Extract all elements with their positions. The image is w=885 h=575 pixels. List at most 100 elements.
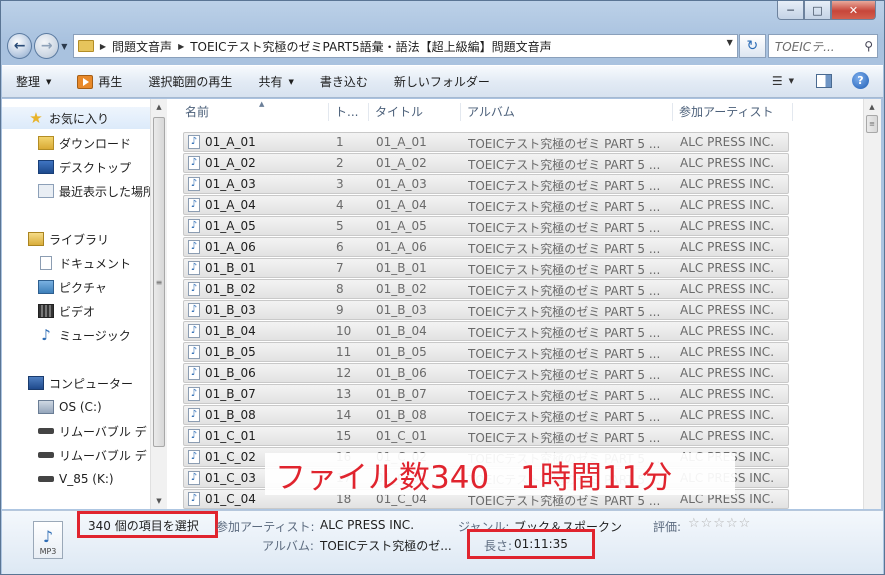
nav-item-music[interactable]: ♪ ミュージック [2, 324, 152, 346]
rating-stars-icon[interactable]: ☆☆☆☆☆ [688, 516, 751, 531]
cell-title: 01_A_06 [376, 240, 427, 254]
album-value[interactable]: TOEICテスト究極のゼ... [320, 537, 452, 554]
nav-item-computer[interactable]: コンピューター [2, 372, 152, 394]
help-icon[interactable]: ? [852, 72, 869, 89]
table-row[interactable]: ♪ 01_C_01 15 01_C_01 TOEICテスト究極のゼミ PART 5 ..… [183, 426, 789, 446]
burn-button[interactable]: 書き込む [320, 73, 368, 90]
nav-item-documents[interactable]: ドキュメント [2, 252, 152, 274]
cell-album: TOEICテスト究極のゼミ PART 5 ... [468, 284, 661, 298]
audio-file-icon: ♪ [188, 135, 200, 149]
nav-label: ドキュメント [59, 256, 132, 271]
command-bar: 整理 ▼ 再生 選択範囲の再生 共有 ▼ 書き込む 新しいフォルダー ☰ ▼ ? [2, 65, 883, 98]
search-icon[interactable]: ⚲ [864, 39, 873, 53]
breadcrumb-separator-icon[interactable]: ▶ [100, 42, 106, 51]
cell-title: 01_B_02 [376, 282, 427, 296]
nav-item-downloads[interactable]: ダウンロード [2, 132, 152, 154]
cell-title: 01_A_05 [376, 219, 427, 233]
forward-button[interactable]: → [34, 33, 60, 59]
table-row[interactable]: ♪ 01_B_04 10 01_B_04 TOEICテスト究極のゼミ PART 5 ..… [183, 321, 789, 341]
preview-pane-icon[interactable] [816, 73, 832, 88]
list-scrollbar[interactable]: ▲ ≡ [863, 99, 881, 509]
breadcrumb-item[interactable]: TOEICテスト究極のゼミPART5語彙・語法【超上級編】問題文音声 [190, 38, 551, 55]
table-row[interactable]: ♪ 01_B_08 14 01_B_08 TOEICテスト究極のゼミ PART 5 ..… [183, 405, 789, 425]
organize-menu[interactable]: 整理 ▼ [16, 73, 51, 90]
minimize-button[interactable]: ─ [777, 1, 804, 20]
scroll-up-icon[interactable]: ▲ [151, 99, 167, 115]
address-bar[interactable]: ▶ 問題文音声 ▶ TOEICテスト究極のゼミPART5語彙・語法【超上級編】問… [72, 34, 738, 58]
table-row[interactable]: ♪ 01_B_05 11 01_B_05 TOEICテスト究極のゼミ PART 5 ..… [183, 342, 789, 362]
search-input[interactable]: TOEICテ... ⚲ [767, 34, 878, 58]
sort-ascending-icon: ▲ [259, 100, 265, 108]
table-row[interactable]: ♪ 01_B_07 13 01_B_07 TOEICテスト究極のゼミ PART 5 ..… [183, 384, 789, 404]
cell-album: TOEICテスト究極のゼミ PART 5 ... [468, 179, 661, 193]
column-header-artist[interactable]: 参加アーティスト [673, 103, 793, 121]
nav-item-favorites[interactable]: ★ お気に入り [2, 107, 152, 129]
back-button[interactable]: ← [7, 33, 33, 59]
breadcrumb-separator-icon[interactable]: ▶ [178, 42, 184, 51]
table-row[interactable]: ♪ 01_A_02 2 01_A_02 TOEICテスト究極のゼミ PART 5 ...… [183, 153, 789, 173]
cell-artist: ALC PRESS INC. [680, 156, 775, 170]
recent-pages-dropdown[interactable]: ▼ [61, 42, 71, 51]
cell-track: 12 [336, 366, 352, 380]
toolbar-right: ☰ ▼ ? [772, 72, 869, 89]
artist-value[interactable]: ALC PRESS INC. [320, 518, 414, 532]
nav-item-removable-2[interactable]: リムーバブル デ [2, 444, 152, 466]
scroll-down-icon[interactable]: ▼ [151, 493, 167, 509]
nav-item-desktop[interactable]: デスクトップ [2, 156, 152, 178]
play-button[interactable]: 再生 [77, 73, 122, 90]
cell-artist: ALC PRESS INC. [680, 177, 775, 191]
cell-artist: ALC PRESS INC. [680, 408, 775, 422]
cell-name: 01_A_02 [205, 156, 256, 170]
album-label: アルバム: [262, 539, 314, 553]
audio-file-icon: ♪ [188, 471, 200, 485]
maximize-button[interactable]: □ [804, 1, 831, 20]
system-drive-icon [38, 400, 54, 414]
nav-item-os-drive[interactable]: OS (C:) [2, 396, 152, 418]
table-row[interactable]: ♪ 01_B_01 7 01_B_01 TOEICテスト究極のゼミ PART 5 ...… [183, 258, 789, 278]
folder-icon [77, 40, 94, 52]
cell-name: 01_A_01 [205, 135, 256, 149]
chevron-down-icon: ▼ [288, 77, 294, 86]
nav-item-pictures[interactable]: ピクチャ [2, 276, 152, 298]
new-folder-button[interactable]: 新しいフォルダー [394, 73, 490, 90]
table-row[interactable]: ♪ 01_B_06 12 01_B_06 TOEICテスト究極のゼミ PART 5 ..… [183, 363, 789, 383]
breadcrumb-item[interactable]: 問題文音声 [112, 38, 172, 55]
cell-album: TOEICテスト究極のゼミ PART 5 ... [468, 389, 661, 403]
cell-album: TOEICテスト究極のゼミ PART 5 ... [468, 263, 661, 277]
table-row[interactable]: ♪ 01_A_05 5 01_A_05 TOEICテスト究極のゼミ PART 5 ...… [183, 216, 789, 236]
cell-name: 01_C_03 [205, 471, 256, 485]
scrollbar-thumb[interactable]: ≡ [153, 117, 165, 447]
table-row[interactable]: ♪ 01_A_01 1 01_A_01 TOEICテスト究極のゼミ PART 5 ...… [183, 132, 789, 152]
column-header-name[interactable]: ▲ 名前 [179, 100, 329, 121]
address-dropdown-icon[interactable]: ▼ [727, 38, 733, 47]
cell-track: 15 [336, 429, 352, 443]
play-icon [77, 74, 94, 89]
column-label: ト... [335, 105, 359, 119]
cell-track: 6 [336, 240, 344, 254]
table-row[interactable]: ♪ 01_B_02 8 01_B_02 TOEICテスト究極のゼミ PART 5 ...… [183, 279, 789, 299]
table-row[interactable]: ♪ 01_B_03 9 01_B_03 TOEICテスト究極のゼミ PART 5 ...… [183, 300, 789, 320]
refresh-button[interactable]: ↻ [738, 34, 766, 58]
nav-item-videos[interactable]: ビデオ [2, 300, 152, 322]
column-header-album[interactable]: アルバム [461, 103, 673, 121]
nav-item-libraries[interactable]: ライブラリ [2, 228, 152, 250]
table-row[interactable]: ♪ 01_A_04 4 01_A_04 TOEICテスト究極のゼミ PART 5 ...… [183, 195, 789, 215]
column-header-title[interactable]: タイトル [369, 103, 461, 121]
nav-item-removable-1[interactable]: リムーバブル デ [2, 420, 152, 442]
share-menu[interactable]: 共有 ▼ [258, 73, 293, 90]
scrollbar-thumb[interactable]: ≡ [866, 115, 878, 133]
nav-scrollbar[interactable]: ▲ ≡ ▼ [150, 99, 167, 509]
column-header-track[interactable]: ト... [329, 103, 369, 121]
play-selection-button[interactable]: 選択範囲の再生 [148, 73, 232, 90]
nav-item-v85[interactable]: V_85 (K:) [2, 468, 152, 490]
chevron-down-icon: ▼ [46, 77, 52, 86]
mp3-file-icon: ♪ MP3 [33, 521, 63, 559]
column-label: アルバム [467, 105, 515, 119]
table-row[interactable]: ♪ 01_A_03 3 01_A_03 TOEICテスト究極のゼミ PART 5 ...… [183, 174, 789, 194]
table-row[interactable]: ♪ 01_A_06 6 01_A_06 TOEICテスト究極のゼミ PART 5 ...… [183, 237, 789, 257]
change-view-button[interactable]: ☰ ▼ [772, 74, 794, 88]
close-button[interactable]: ✕ [831, 1, 876, 20]
cell-track: 14 [336, 408, 352, 422]
scroll-up-icon[interactable]: ▲ [864, 99, 880, 115]
nav-item-recent[interactable]: 最近表示した場所 [2, 180, 152, 202]
